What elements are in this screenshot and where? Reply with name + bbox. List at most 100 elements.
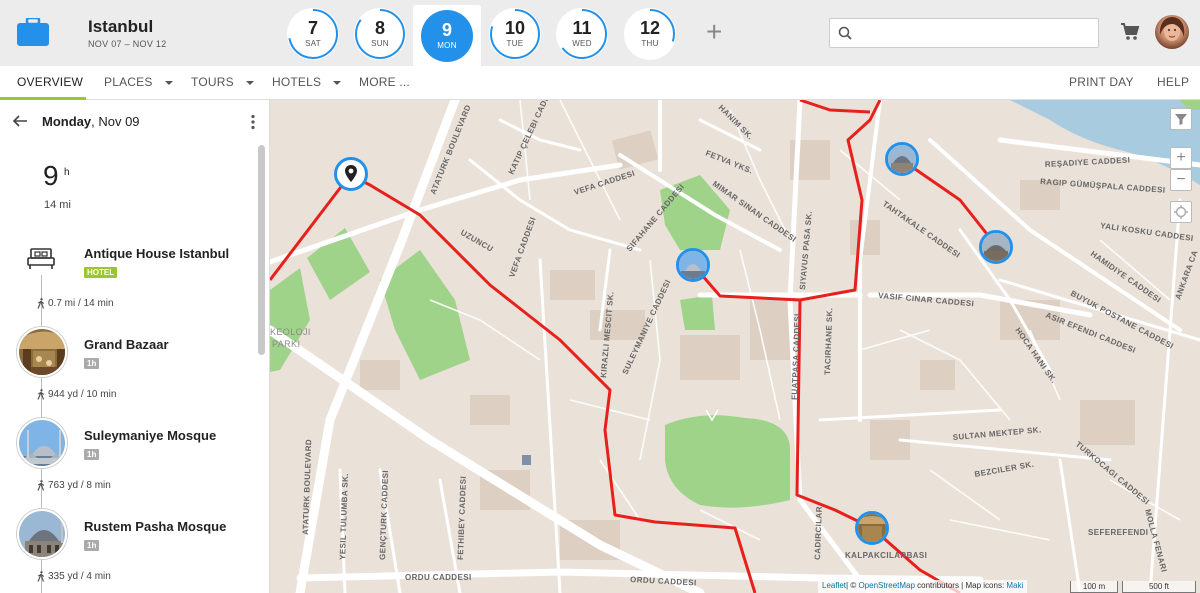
trip-city-title[interactable]: Istanbul (88, 17, 153, 37)
suleymaniye-mosque-map-marker[interactable] (676, 248, 710, 282)
day-number: 12 (639, 18, 661, 38)
tab-places-label: PLACES (104, 75, 153, 89)
leg-separator: / (80, 571, 84, 583)
day-selector-8[interactable]: 8 SUN (354, 8, 406, 60)
stop-thumbnail-rustem-pasha-mosque (17, 509, 67, 559)
leg-separator: / (80, 480, 84, 492)
search-icon (838, 26, 852, 40)
more-options-icon[interactable] (250, 114, 256, 130)
leg-time: 8 min (86, 480, 111, 492)
leg-separator: / (80, 389, 84, 401)
tab-places[interactable]: PLACES (104, 66, 173, 100)
tab-bar: OVERVIEW PLACES TOURS HOTELS MORE ... PR… (0, 66, 1200, 100)
stop-thumbnail-grand-bazaar (17, 327, 67, 377)
svg-text:BEZCILER SK.: BEZCILER SK. (974, 460, 1035, 479)
stop-name: Suleymaniye Mosque (84, 428, 217, 443)
day-weekday-abbr: WED (572, 39, 592, 48)
day-selector-11[interactable]: 11 WED (556, 8, 608, 60)
leg-distance: 0.7 mi (48, 298, 76, 310)
leg-time: 10 min (86, 389, 117, 401)
day-selector-12[interactable]: 12 THU (624, 8, 676, 60)
zoom-in-button[interactable]: + (1170, 147, 1192, 169)
sidebar-scrollbar[interactable] (258, 145, 265, 355)
tab-hotels-label: HOTELS (272, 75, 322, 89)
svg-text:UZUNCU: UZUNCU (459, 228, 495, 254)
print-day-button[interactable]: PRINT DAY (1069, 66, 1134, 100)
tab-overview[interactable]: OVERVIEW (17, 66, 83, 100)
user-avatar[interactable] (1155, 15, 1189, 49)
svg-text:KALPAKCILARBASI: KALPAKCILARBASI (845, 551, 927, 560)
zoom-out-button[interactable]: − (1170, 169, 1192, 191)
help-button[interactable]: HELP (1157, 66, 1189, 100)
leg-walking-3: 763 yd / 8 min (37, 480, 111, 491)
svg-text:KEOLOJI: KEOLOJI (270, 327, 311, 337)
day-selector-7[interactable]: 7 SAT (287, 8, 339, 60)
leg-walking-2: 944 yd / 10 min (37, 389, 116, 400)
leg-distance: 335 yd (48, 571, 79, 583)
mosque-photo (679, 251, 707, 279)
walking-icon (37, 480, 45, 491)
back-arrow-icon[interactable] (12, 113, 28, 129)
map-tiles: ATATURK BOULEVARD ATATURK BOULEVARD KATI… (270, 100, 1200, 593)
openstreetmap-link[interactable]: OpenStreetMap (858, 581, 914, 590)
day-selector-10[interactable]: 10 TUE (489, 8, 541, 60)
suitcase-logo-icon[interactable] (17, 18, 49, 46)
search-box[interactable] (829, 18, 1099, 48)
search-input[interactable] (858, 23, 1094, 43)
maki-link[interactable]: Maki (1006, 581, 1023, 590)
map-filter-button[interactable] (1170, 108, 1192, 130)
day-distance: 14 mi (44, 199, 71, 211)
bazaar-photo (858, 514, 886, 542)
bazaar-photo (982, 233, 1010, 261)
itinerary-stop-grand-bazaar[interactable]: Grand Bazaar 1h (0, 327, 256, 377)
svg-text:SEFEREFENDI: SEFEREFENDI (1088, 528, 1148, 537)
shopping-cart-icon[interactable] (1120, 22, 1140, 42)
tab-hotels[interactable]: HOTELS (272, 66, 342, 100)
leaflet-link[interactable]: Leaflet (822, 581, 846, 590)
svg-text:TURKOCAGI CADDESI: TURKOCAGI CADDESI (1074, 440, 1151, 507)
tab-more-label: MORE (359, 75, 396, 89)
itinerary-stop-hotel[interactable]: Antique House Istanbul HOTEL (0, 246, 256, 286)
stop-name: Grand Bazaar (84, 337, 169, 352)
itinerary-stop-suleymaniye-mosque[interactable]: Suleymaniye Mosque 1h (0, 418, 256, 468)
route-map[interactable]: ATATURK BOULEVARD ATATURK BOULEVARD KATI… (270, 100, 1200, 593)
svg-text:CADIRCILAR: CADIRCILAR (813, 506, 824, 560)
add-day-button[interactable]: + (706, 18, 722, 46)
locate-me-button[interactable] (1170, 201, 1192, 223)
leg-distance: 763 yd (48, 480, 79, 492)
map-attribution: Leaflet| © OpenStreetMap contributors | … (818, 580, 1028, 593)
spice-bazaar-map-marker[interactable] (979, 230, 1013, 264)
more-dots: ... (399, 75, 410, 89)
day-weekday-abbr: SAT (305, 39, 321, 48)
day-weekday-abbr: MON (437, 41, 457, 50)
walking-icon (37, 389, 45, 400)
top-header: Istanbul NOV 07 – NOV 12 7 SAT 8 SUN 9 MON 10 T… (0, 0, 1200, 67)
filter-icon (1175, 114, 1187, 125)
avatar-photo (1159, 17, 1185, 41)
day-date: , Nov 09 (91, 114, 140, 129)
svg-text:REŞADIYE CADDESI: REŞADIYE CADDESI (1045, 156, 1131, 169)
tab-tours-label: TOURS (191, 75, 234, 89)
svg-text:GENÇTURK CADDESI: GENÇTURK CADDESI (378, 470, 390, 560)
leg-time: 4 min (86, 571, 111, 583)
day-selector-9[interactable]: 9 MON (421, 10, 473, 62)
tab-more[interactable]: MORE ... (359, 66, 410, 100)
rustem-pasha-mosque-map-marker[interactable] (885, 142, 919, 176)
day-number: 8 (374, 18, 385, 38)
help-label: HELP (1157, 75, 1190, 89)
day-duration-hours: 9 (43, 160, 59, 191)
tab-tours[interactable]: TOURS (191, 66, 254, 100)
crosshair-icon (1174, 205, 1188, 219)
leg-walking-1: 0.7 mi / 14 min (37, 298, 114, 309)
grand-bazaar-map-marker[interactable] (855, 511, 889, 545)
map-scale-imperial: 500 ft (1122, 581, 1196, 593)
itinerary-stop-rustem-pasha-mosque[interactable]: Rustem Pasha Mosque 1h (0, 509, 256, 559)
stop-badge: HOTEL (84, 267, 118, 278)
svg-text:FETVA YKS.: FETVA YKS. (704, 149, 754, 176)
attribution-text: | © (846, 581, 859, 590)
stop-name: Antique House Istanbul (84, 246, 230, 261)
svg-text:SULTAN MEKTEP SK.: SULTAN MEKTEP SK. (952, 425, 1041, 442)
stop-duration-badge: 1h (84, 358, 100, 369)
mosque-photo (888, 145, 916, 173)
hotel-map-marker[interactable] (334, 157, 368, 191)
